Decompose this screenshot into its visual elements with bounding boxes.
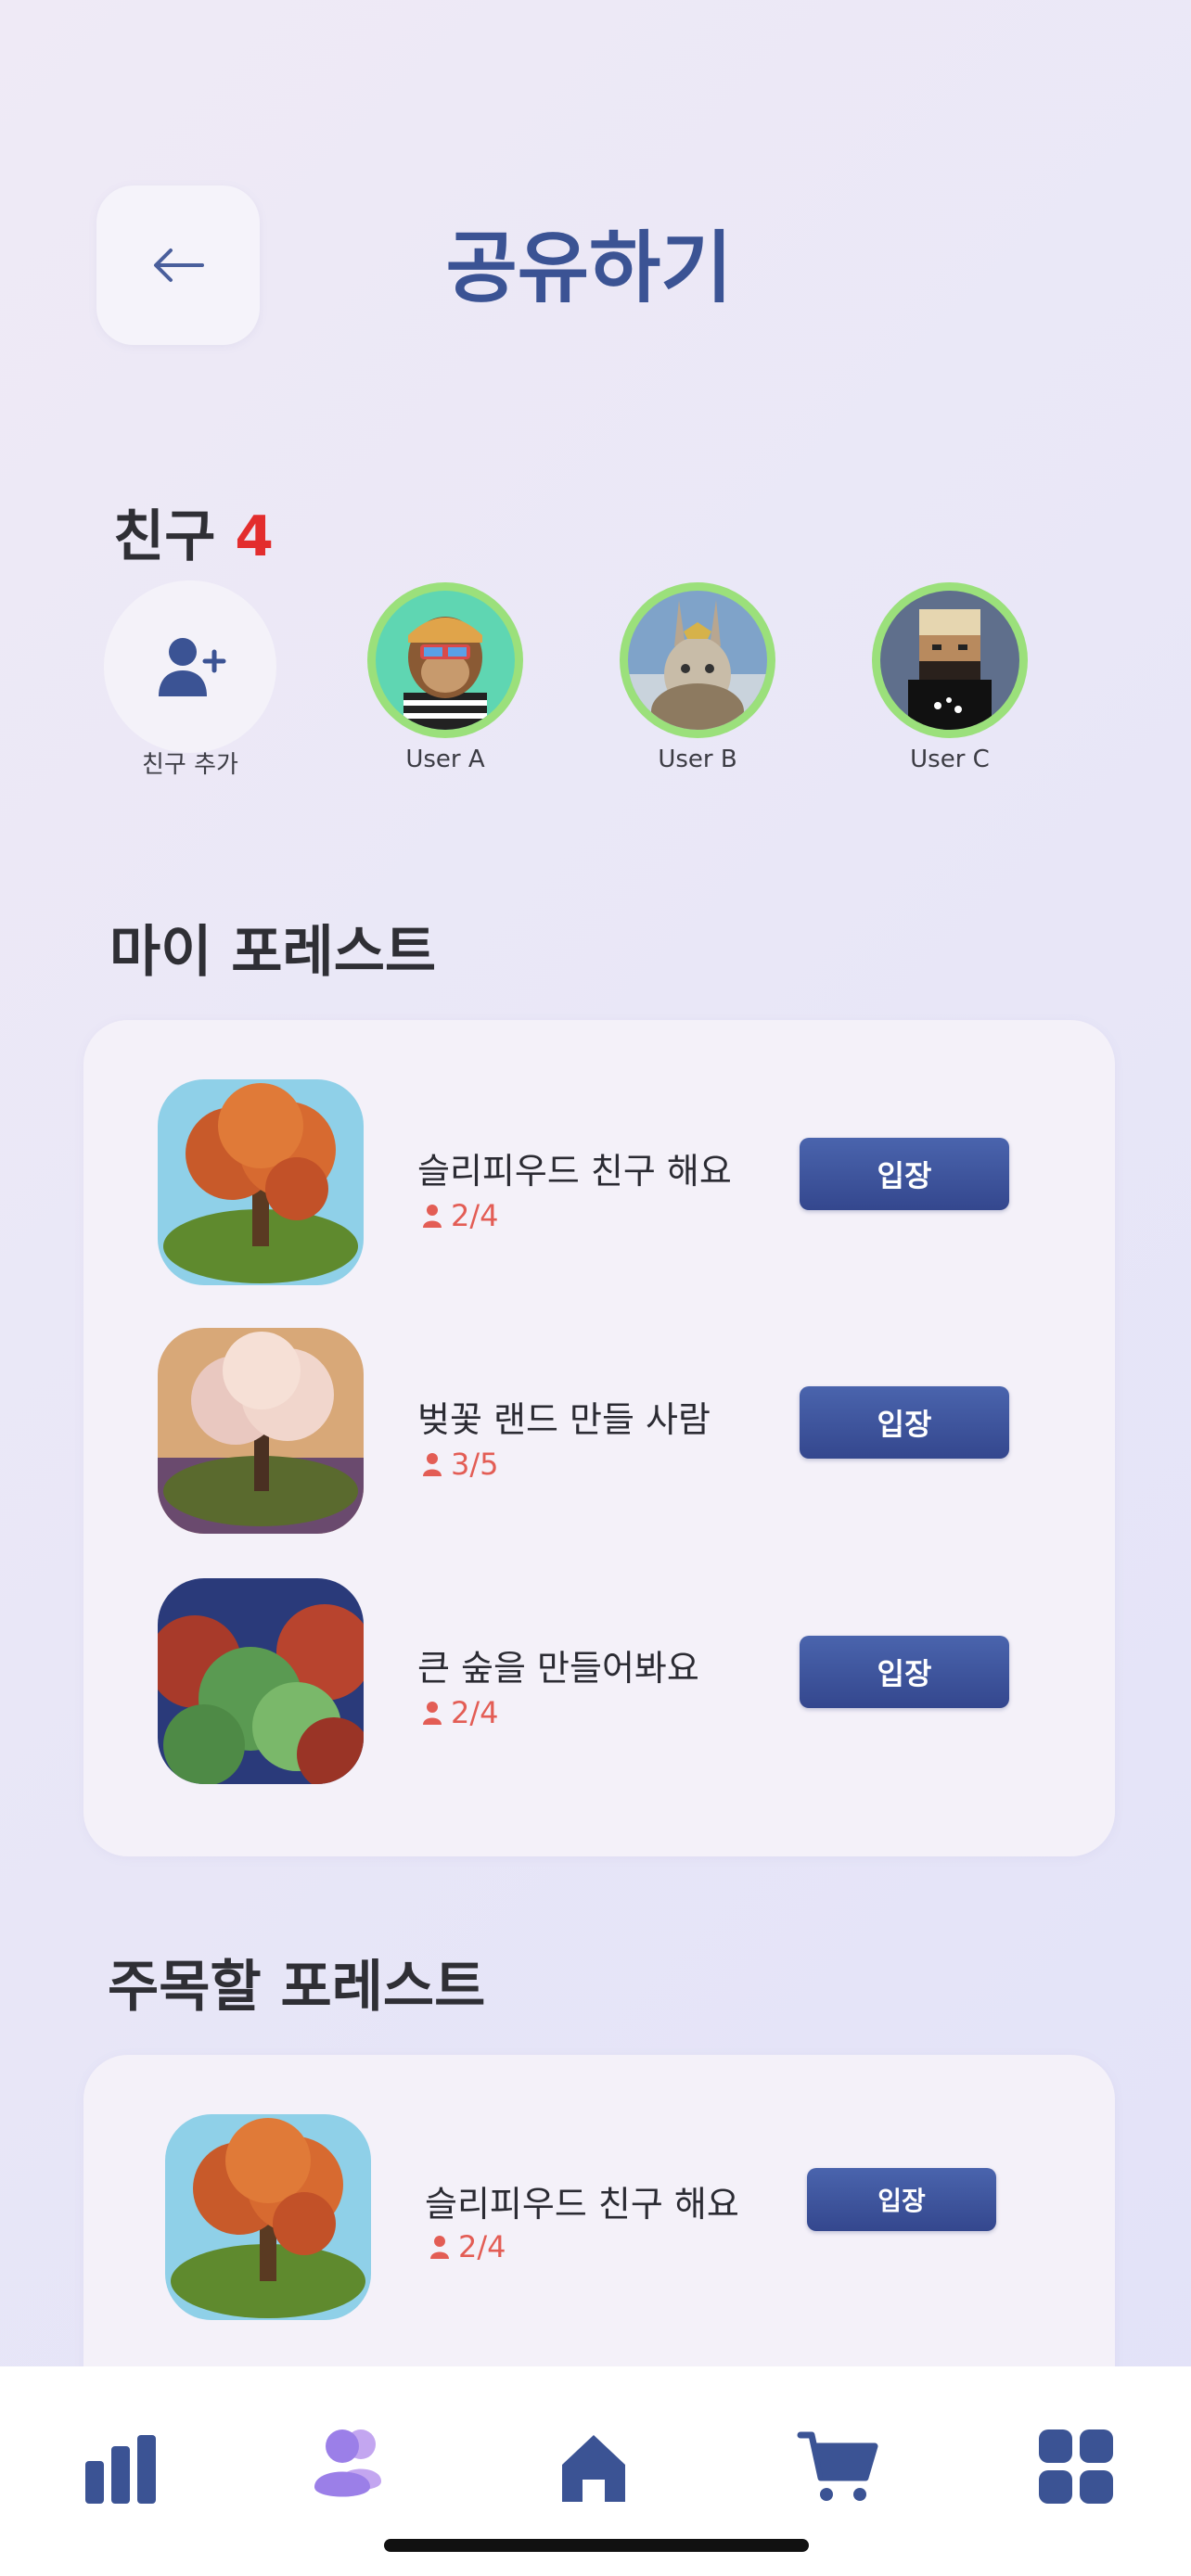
member-count-value: 2/4 bbox=[451, 1695, 499, 1730]
home-icon bbox=[562, 2435, 625, 2502]
ape-avatar-image bbox=[376, 591, 515, 730]
forest-thumbnail[interactable] bbox=[158, 1578, 364, 1784]
cart-icon bbox=[797, 2431, 878, 2501]
pixel-avatar-image bbox=[880, 591, 1019, 730]
person-icon bbox=[423, 1702, 442, 1725]
forest-thumbnail[interactable] bbox=[165, 2114, 371, 2320]
member-count-value: 2/4 bbox=[458, 2229, 506, 2264]
friends-heading: 친구 4 bbox=[113, 491, 274, 572]
friends-heading-label: 친구 bbox=[113, 504, 216, 569]
avatar-user-a[interactable] bbox=[367, 582, 523, 738]
tab-stats[interactable] bbox=[65, 2411, 176, 2522]
page-title: 공유하기 bbox=[445, 223, 733, 313]
member-count: 2/4 bbox=[421, 1198, 499, 1233]
featured-forest-heading: 주목할 포레스트 bbox=[108, 1955, 486, 2020]
tab-friends[interactable] bbox=[293, 2409, 404, 2520]
member-count-value: 3/5 bbox=[451, 1447, 499, 1482]
enter-button[interactable]: 입장 bbox=[800, 1386, 1009, 1459]
enter-button[interactable]: 입장 bbox=[800, 1636, 1009, 1708]
forest-thumbnail[interactable] bbox=[158, 1079, 364, 1285]
forest-thumbnail[interactable] bbox=[158, 1328, 364, 1534]
enter-button[interactable]: 입장 bbox=[800, 1138, 1009, 1210]
friends-count: 4 bbox=[235, 504, 275, 569]
arrow-left-icon bbox=[154, 249, 204, 282]
member-count: 2/4 bbox=[429, 2229, 506, 2264]
avatar-user-b[interactable] bbox=[620, 582, 775, 738]
forest-title: 슬리피우드 친구 해요 bbox=[425, 2184, 739, 2225]
member-count-value: 2/4 bbox=[451, 1198, 499, 1233]
home-indicator[interactable] bbox=[384, 2539, 809, 2552]
add-friend-button[interactable] bbox=[104, 580, 276, 753]
grid-icon bbox=[1039, 2429, 1113, 2504]
tab-menu[interactable] bbox=[1020, 2411, 1132, 2522]
member-count: 2/4 bbox=[421, 1695, 499, 1730]
my-forest-heading: 마이 포레스트 bbox=[109, 920, 437, 985]
forest-title: 큰 숲을 만들어봐요 bbox=[417, 1648, 699, 1689]
stats-icon bbox=[85, 2435, 156, 2504]
forest-title: 슬리피우드 친구 해요 bbox=[417, 1151, 732, 1192]
tab-home[interactable] bbox=[538, 2411, 649, 2522]
person-icon bbox=[430, 2236, 449, 2259]
person-icon bbox=[423, 1453, 442, 1476]
avatar-user-c[interactable] bbox=[872, 582, 1028, 738]
friend-name-user-a: User A bbox=[405, 746, 485, 773]
member-count: 3/5 bbox=[421, 1447, 499, 1482]
friends-icon bbox=[314, 2429, 381, 2497]
add-friend-label: 친구 추가 bbox=[142, 751, 238, 779]
tab-cart[interactable] bbox=[783, 2411, 894, 2522]
friend-name-user-c: User C bbox=[910, 746, 990, 773]
back-button[interactable] bbox=[96, 185, 260, 345]
person-icon bbox=[423, 1205, 442, 1228]
friend-name-user-b: User B bbox=[658, 746, 737, 773]
enter-button[interactable]: 입장 bbox=[807, 2168, 996, 2231]
forest-title: 벚꽃 랜드 만들 사람 bbox=[417, 1399, 711, 1440]
rabbit-avatar-image bbox=[628, 591, 767, 730]
add-user-icon bbox=[159, 638, 226, 696]
